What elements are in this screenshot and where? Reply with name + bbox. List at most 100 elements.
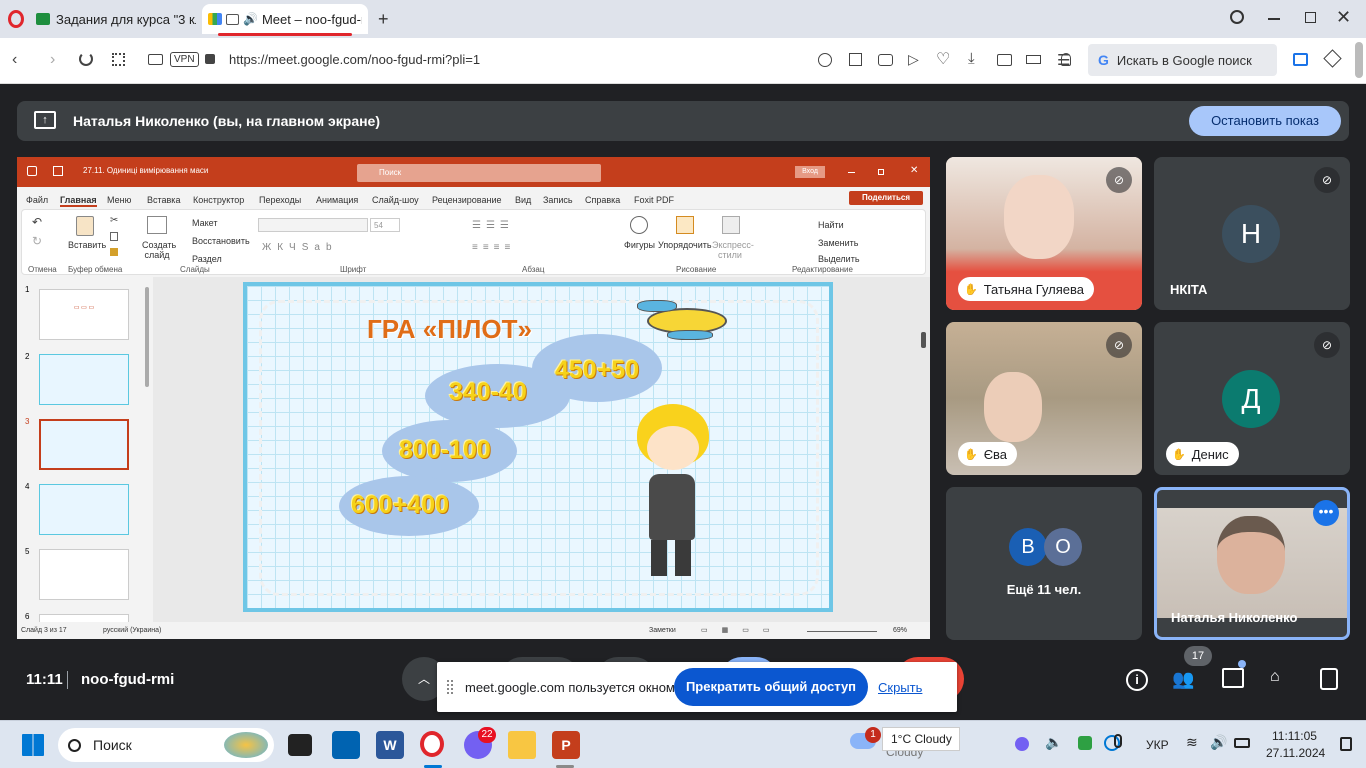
- info-icon[interactable]: i: [1126, 669, 1148, 691]
- mic-tray-icon[interactable]: [1114, 734, 1122, 748]
- paste-button[interactable]: Вставить: [68, 240, 106, 250]
- menu-item[interactable]: Вид: [515, 195, 531, 205]
- security-tray-icon[interactable]: [1078, 736, 1092, 750]
- google-search-box[interactable]: G Искать в Google поиск: [1088, 44, 1277, 76]
- redo-icon[interactable]: ↻: [32, 234, 42, 248]
- new-slide-icon[interactable]: [147, 216, 167, 234]
- font-name-box[interactable]: [258, 218, 368, 232]
- section-button[interactable]: Раздел: [192, 254, 222, 264]
- menu-item[interactable]: Справка: [585, 195, 620, 205]
- snapshot-icon[interactable]: [878, 54, 893, 66]
- reset-button[interactable]: Восстановить: [192, 236, 250, 246]
- drag-handle-icon[interactable]: [447, 680, 453, 694]
- url-field[interactable]: https://meet.google.com/noo-fgud-rmi?pli…: [229, 52, 789, 67]
- volume-tray-icon[interactable]: 🔈: [1045, 734, 1062, 751]
- new-tab-icon[interactable]: +: [378, 9, 389, 30]
- font-size-box[interactable]: 54: [370, 218, 400, 232]
- find-button[interactable]: Найти: [806, 220, 844, 230]
- more-options-icon[interactable]: •••: [1313, 500, 1339, 526]
- menu-item[interactable]: Переходы: [259, 195, 301, 205]
- reload-icon[interactable]: [79, 52, 93, 66]
- ppt-share-button[interactable]: Поделиться: [849, 191, 923, 205]
- tab-meet[interactable]: 🔊 Meet – noo-fgud-r: [202, 4, 368, 34]
- account-icon[interactable]: [1061, 53, 1071, 66]
- browser-scrollbar[interactable]: [1355, 42, 1363, 78]
- clock-date[interactable]: 27.11.2024: [1266, 746, 1325, 760]
- stop-presenting-button[interactable]: Остановить показ: [1189, 106, 1341, 136]
- copy-icon[interactable]: [110, 232, 118, 241]
- slide-thumbnail-6[interactable]: [39, 614, 129, 622]
- slide-thumbnail-5[interactable]: [39, 549, 129, 600]
- forward-icon[interactable]: ›: [50, 51, 55, 69]
- menu-item[interactable]: Foxit PDF: [634, 195, 674, 205]
- save-icon[interactable]: [53, 166, 63, 176]
- battery-tray-icon[interactable]: [1234, 738, 1250, 748]
- participant-tile-tatiana[interactable]: ⊘ ✋ Татьяна Гуляева: [946, 157, 1142, 310]
- clock-time[interactable]: 11:11:05: [1272, 729, 1317, 743]
- heart-icon[interactable]: ♡: [936, 49, 950, 69]
- ppt-maximize-icon[interactable]: [878, 169, 884, 175]
- lock-icon[interactable]: [205, 54, 215, 64]
- word-icon[interactable]: W: [376, 731, 404, 759]
- sidebar-panel-icon[interactable]: [1293, 53, 1308, 66]
- replace-button[interactable]: Заменить: [806, 238, 858, 248]
- cut-icon[interactable]: ✂: [110, 215, 118, 226]
- participant-tile-nkita[interactable]: Н ⊘ НКІТА: [1154, 157, 1350, 310]
- slide-thumbnail-4[interactable]: [39, 484, 129, 535]
- arrange-button[interactable]: Упорядочить: [658, 240, 712, 250]
- ppt-login-button[interactable]: Вход: [795, 166, 825, 178]
- slide-scrollbar[interactable]: [921, 332, 926, 348]
- video-pop-icon[interactable]: [997, 54, 1012, 66]
- speaker-tray-icon[interactable]: 🔊: [1210, 734, 1227, 751]
- task-view-icon[interactable]: [288, 734, 312, 756]
- file-explorer-icon[interactable]: [508, 731, 536, 759]
- wifi-icon[interactable]: ≋: [1186, 734, 1198, 751]
- quick-styles-button[interactable]: Экспресс-стили: [712, 240, 754, 260]
- emoji-icon[interactable]: [818, 53, 832, 67]
- activities-icon[interactable]: ⌂: [1270, 668, 1292, 690]
- menu-item[interactable]: Запись: [543, 195, 573, 205]
- more-participants-tile[interactable]: В О Ещё 11 чел.: [946, 487, 1142, 640]
- cube-icon[interactable]: [1323, 49, 1342, 68]
- close-icon[interactable]: ✕: [1336, 7, 1351, 28]
- speed-dial-icon[interactable]: [112, 53, 125, 66]
- participant-tile-eva[interactable]: ⊘ ✋ Єва: [946, 322, 1142, 475]
- quick-styles-icon[interactable]: [722, 216, 740, 234]
- people-icon[interactable]: 👥: [1172, 669, 1198, 691]
- shapes-icon[interactable]: [630, 216, 648, 234]
- send-icon[interactable]: ▷: [908, 51, 919, 68]
- font-format-row[interactable]: ЖКЧSab: [262, 242, 338, 253]
- vpn-badge[interactable]: VPN: [170, 52, 199, 67]
- participant-tile-self[interactable]: ••• Наталья Николенко: [1154, 487, 1350, 640]
- slide[interactable]: ГРА «ПІЛОТ» 450+50 340-40 800-100 600+40…: [243, 282, 833, 612]
- layout-button[interactable]: Макет: [192, 218, 217, 228]
- hide-link[interactable]: Скрыть: [878, 680, 922, 695]
- viber-tray-icon[interactable]: [1015, 737, 1029, 751]
- menu-item[interactable]: Файл: [26, 195, 48, 205]
- download-icon[interactable]: ⤓: [968, 50, 975, 67]
- back-icon[interactable]: ‹: [12, 51, 17, 69]
- paragraph-icons[interactable]: ☰☰☰: [472, 220, 514, 231]
- opera-logo-icon[interactable]: [8, 10, 24, 28]
- tab-classroom[interactable]: Задания для курса "3 кла: [36, 4, 198, 34]
- powerpoint-icon[interactable]: P: [552, 731, 580, 759]
- opera-app-icon[interactable]: [420, 731, 444, 757]
- undo-icon[interactable]: ↶: [32, 215, 42, 229]
- zoom-level[interactable]: 69%: [893, 627, 907, 634]
- host-controls-icon[interactable]: [1320, 668, 1338, 690]
- slide-thumbnail-3-selected[interactable]: [39, 419, 129, 470]
- windows-start-icon[interactable]: [22, 734, 44, 756]
- stop-sharing-button[interactable]: Прекратить общий доступ: [674, 668, 868, 706]
- menu-item[interactable]: Слайд-шоу: [372, 195, 419, 205]
- maximize-icon[interactable]: [1305, 12, 1316, 23]
- new-slide-button[interactable]: Создать слайд: [142, 240, 176, 260]
- autosave-icon[interactable]: [27, 166, 37, 176]
- battery-icon[interactable]: [1026, 55, 1041, 64]
- status-language[interactable]: русский (Украина): [103, 627, 161, 634]
- slide-thumbnail-1[interactable]: ▭ ▭ ▭: [39, 289, 129, 340]
- menu-item[interactable]: Меню: [107, 195, 131, 205]
- tab-search-icon[interactable]: [1230, 10, 1244, 24]
- menu-item[interactable]: Вставка: [147, 195, 180, 205]
- chat-icon[interactable]: [1222, 668, 1244, 688]
- taskbar-search-box[interactable]: Поиск: [58, 728, 274, 762]
